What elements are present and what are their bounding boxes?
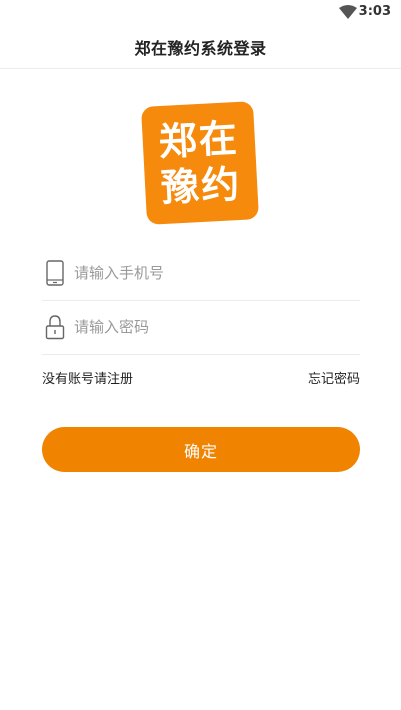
phone-icon <box>46 260 64 286</box>
page-title: 郑在豫约系统登录 <box>134 39 267 58</box>
phone-input[interactable] <box>74 264 334 282</box>
logo-line-1: 郑在 <box>157 114 240 165</box>
register-link[interactable]: 没有账号请注册 <box>42 368 133 387</box>
password-input[interactable] <box>74 318 334 336</box>
forgot-password-link[interactable]: 忘记密码 <box>308 368 360 387</box>
password-field <box>42 300 360 355</box>
auth-links: 没有账号请注册 忘记密码 <box>42 368 360 387</box>
app-logo: 郑在 豫约 <box>140 101 260 225</box>
lock-icon <box>45 315 65 340</box>
wifi-icon <box>339 5 357 19</box>
status-bar: 3:03 <box>0 0 401 26</box>
confirm-button[interactable]: 确定 <box>42 427 360 472</box>
nav-bar: 郑在豫约系统登录 <box>0 26 401 69</box>
status-time: 3:03 <box>358 4 391 19</box>
phone-field <box>42 246 360 301</box>
logo-line-2: 豫约 <box>160 160 243 211</box>
